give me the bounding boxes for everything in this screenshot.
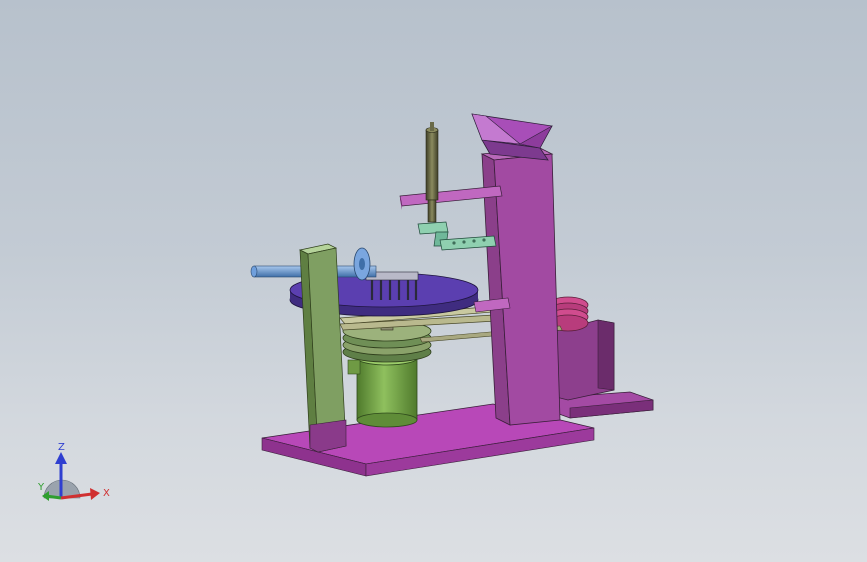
motor[interactable] [347, 350, 418, 428]
y-axis-label: Y [37, 482, 45, 493]
vertical-spindle[interactable] [425, 122, 439, 223]
z-axis-label: Z [58, 442, 65, 453]
feed-hopper[interactable] [471, 113, 553, 161]
x-axis-label: X [103, 488, 110, 499]
rear-drive-unit[interactable] [547, 296, 654, 419]
gripper-bracket[interactable] [417, 221, 497, 251]
orientation-triad[interactable]: Z X Y [30, 438, 120, 510]
graphics-viewport[interactable]: Z X Y [0, 0, 867, 562]
3d-model-view[interactable] [0, 0, 867, 562]
